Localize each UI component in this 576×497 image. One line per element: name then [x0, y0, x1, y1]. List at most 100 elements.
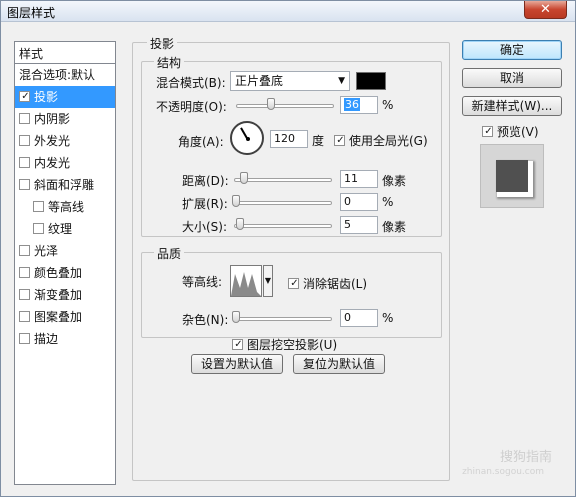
style-list-item-label: 渐变叠加 [34, 288, 83, 302]
checkbox-icon[interactable] [19, 245, 30, 256]
checkbox-icon[interactable] [19, 311, 30, 322]
size-slider[interactable] [234, 224, 332, 228]
style-list-item-label: 等高线 [48, 200, 85, 214]
noise-input[interactable]: 0 [340, 309, 378, 327]
spread-label: 扩展(R): [182, 197, 228, 211]
spread-percent-unit: % [382, 195, 394, 209]
size-input[interactable]: 5 [340, 216, 378, 234]
style-list-item-label: 颜色叠加 [34, 266, 83, 280]
title-bar[interactable]: 图层样式 ✕ [1, 1, 575, 22]
opacity-slider-handle[interactable] [267, 98, 276, 110]
styles-list: 样式 混合选项:默认投影内阴影外发光内发光斜面和浮雕等高线纹理光泽颜色叠加渐变叠… [14, 41, 116, 485]
watermark-url: zhinan.sogou.com [462, 467, 544, 477]
close-button[interactable]: ✕ [524, 1, 567, 19]
size-slider-handle[interactable] [236, 218, 244, 230]
style-list-item[interactable]: 颜色叠加 [15, 262, 115, 284]
checkbox-icon[interactable] [19, 267, 30, 278]
watermark-text: 搜狗指南 [499, 450, 552, 465]
checkbox-checked-icon[interactable] [19, 91, 31, 102]
angle-label: 角度(A): [178, 135, 224, 149]
checkbox-icon[interactable] [19, 179, 30, 190]
style-list-item[interactable]: 斜面和浮雕 [15, 174, 115, 196]
style-list-item-label: 纹理 [48, 222, 73, 236]
checkbox-icon[interactable] [19, 289, 30, 300]
contour-curve-icon [231, 272, 261, 296]
drop-shadow-group: 投影 结构 混合模式(B): 正片叠底 ▼ 不透明度(O): 36 % 角度(A… [132, 35, 450, 481]
style-list-item[interactable]: 渐变叠加 [15, 284, 115, 306]
noise-percent-unit: % [382, 311, 394, 325]
opacity-input[interactable]: 36 [340, 96, 378, 114]
contour-picker[interactable] [230, 265, 262, 297]
style-list-item[interactable]: 图案叠加 [15, 306, 115, 328]
knockout-label: 图层挖空投影(U) [247, 338, 338, 352]
preview-checkbox[interactable]: 预览(V) [482, 123, 539, 140]
style-list-item[interactable]: 纹理 [15, 218, 115, 240]
style-list-item[interactable]: 等高线 [15, 196, 115, 218]
cancel-button[interactable]: 取消 [462, 68, 562, 88]
make-default-button[interactable]: 设置为默认值 [191, 354, 283, 374]
spread-slider-handle[interactable] [232, 195, 240, 207]
style-preview-thumbnail [480, 144, 544, 208]
ok-button[interactable]: 确定 [462, 40, 562, 60]
checkbox-icon[interactable] [33, 223, 44, 234]
style-list-item[interactable]: 投影 [15, 86, 115, 108]
anti-alias-check-icon [288, 278, 300, 289]
distance-slider-handle[interactable] [240, 172, 248, 184]
style-list-item-label: 内发光 [34, 156, 71, 170]
anti-alias-label: 消除锯齿(L) [303, 277, 368, 291]
preview-check-icon [482, 126, 494, 137]
spread-input[interactable]: 0 [340, 193, 378, 211]
blend-mode-label: 混合模式(B): [156, 76, 226, 90]
contour-dropdown-button[interactable]: ▼ [263, 265, 273, 297]
anti-alias-checkbox[interactable]: 消除锯齿(L) [288, 275, 367, 292]
checkbox-icon[interactable] [19, 333, 30, 344]
size-value: 5 [344, 218, 351, 231]
distance-value: 11 [344, 172, 358, 185]
blend-mode-dropdown[interactable]: 正片叠底 ▼ [230, 71, 350, 91]
distance-label: 距离(D): [182, 174, 229, 188]
global-light-checkbox[interactable]: 使用全局光(G) [334, 132, 428, 149]
checkbox-icon[interactable] [19, 157, 30, 168]
shadow-color-swatch[interactable] [356, 72, 386, 90]
dialog-body: 样式 混合选项:默认投影内阴影外发光内发光斜面和浮雕等高线纹理光泽颜色叠加渐变叠… [8, 31, 570, 491]
distance-slider[interactable] [234, 178, 332, 182]
style-list-item-label: 图案叠加 [34, 310, 83, 324]
style-list-item[interactable]: 内阴影 [15, 108, 115, 130]
opacity-value: 36 [344, 98, 360, 111]
style-list-item-label: 投影 [34, 90, 59, 104]
spread-slider[interactable] [234, 201, 332, 205]
style-list-item[interactable]: 外发光 [15, 130, 115, 152]
style-list-item-label: 描边 [34, 332, 59, 346]
style-list-item[interactable]: 光泽 [15, 240, 115, 262]
window-title: 图层样式 [7, 6, 56, 20]
styles-list-header[interactable]: 样式 [15, 42, 115, 64]
size-label: 大小(S): [182, 220, 228, 234]
style-list-item[interactable]: 内发光 [15, 152, 115, 174]
angle-input[interactable]: 120 [270, 130, 308, 148]
opacity-slider[interactable] [236, 104, 334, 108]
new-style-button[interactable]: 新建样式(W)... [462, 96, 562, 116]
angle-degree-unit: 度 [312, 134, 325, 148]
blend-mode-value: 正片叠底 [235, 74, 284, 88]
style-list-item-label: 混合选项:默认 [19, 68, 96, 82]
preview-label: 预览(V) [497, 125, 539, 139]
angle-value: 120 [274, 132, 295, 145]
angle-dial[interactable] [230, 121, 264, 155]
knockout-checkbox[interactable]: 图层挖空投影(U) [232, 336, 337, 353]
distance-input[interactable]: 11 [340, 170, 378, 188]
checkbox-icon[interactable] [19, 113, 30, 124]
distance-pixel-unit: 像素 [382, 174, 407, 188]
reset-default-button[interactable]: 复位为默认值 [293, 354, 385, 374]
size-pixel-unit: 像素 [382, 220, 407, 234]
noise-slider[interactable] [234, 317, 332, 321]
style-list-item-label: 内阴影 [34, 112, 71, 126]
global-light-label: 使用全局光(G) [349, 134, 428, 148]
checkbox-icon[interactable] [33, 201, 44, 212]
checkbox-icon[interactable] [19, 135, 30, 146]
style-list-item[interactable]: 描边 [15, 328, 115, 350]
knockout-check-icon [232, 339, 244, 350]
noise-slider-handle[interactable] [232, 311, 240, 323]
style-list-item[interactable]: 混合选项:默认 [15, 64, 115, 86]
quality-group: 品质 等高线: ▼ 消除锯齿(L) 杂色(N): 0 % [141, 245, 442, 338]
opacity-percent-unit: % [382, 98, 394, 112]
